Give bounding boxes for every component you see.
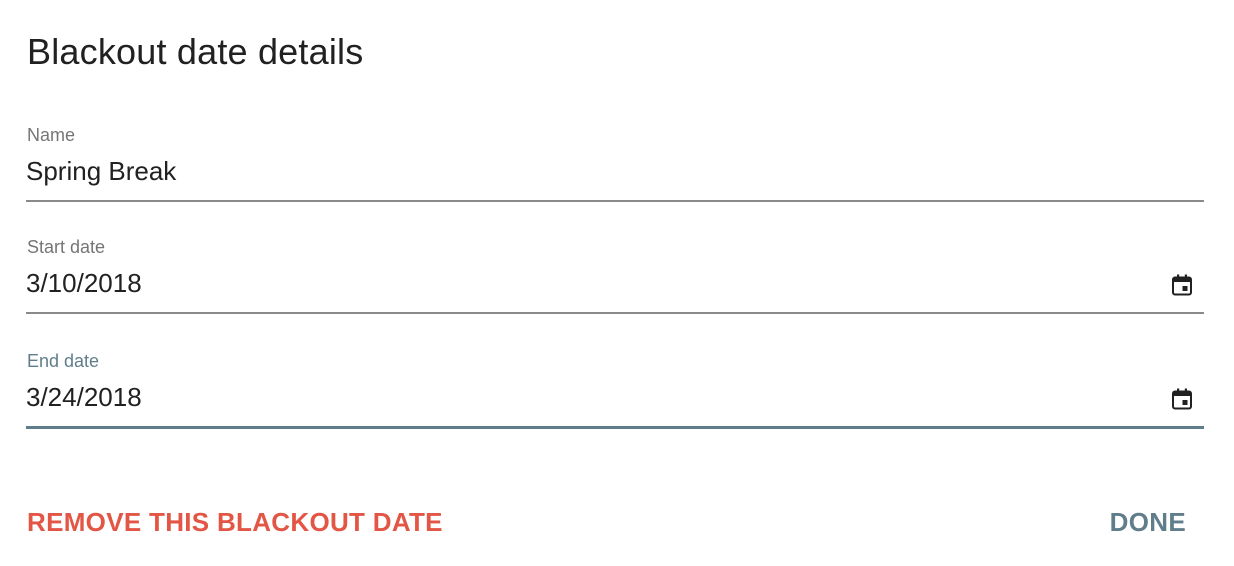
start-date-field: Start date xyxy=(26,236,1204,316)
end-date-underline xyxy=(26,426,1204,429)
start-date-label: Start date xyxy=(27,237,106,257)
done-button[interactable]: DONE xyxy=(1110,505,1186,539)
remove-blackout-date-button[interactable]: REMOVE THIS BLACKOUT DATE xyxy=(27,505,443,539)
end-date-label: End date xyxy=(27,351,100,371)
end-date-field: End date xyxy=(26,350,1204,432)
blackout-date-dialog: Blackout date details Name Start date En… xyxy=(0,0,1234,566)
name-field-underline xyxy=(26,200,1204,202)
end-date-input[interactable] xyxy=(26,380,1126,414)
start-date-underline xyxy=(26,312,1204,314)
start-date-input[interactable] xyxy=(26,266,1126,300)
name-field: Name xyxy=(26,124,1204,204)
dialog-title: Blackout date details xyxy=(27,31,364,72)
calendar-icon[interactable] xyxy=(1170,387,1194,411)
name-field-label: Name xyxy=(27,125,76,145)
calendar-icon[interactable] xyxy=(1170,273,1194,297)
name-input[interactable] xyxy=(26,154,1126,188)
